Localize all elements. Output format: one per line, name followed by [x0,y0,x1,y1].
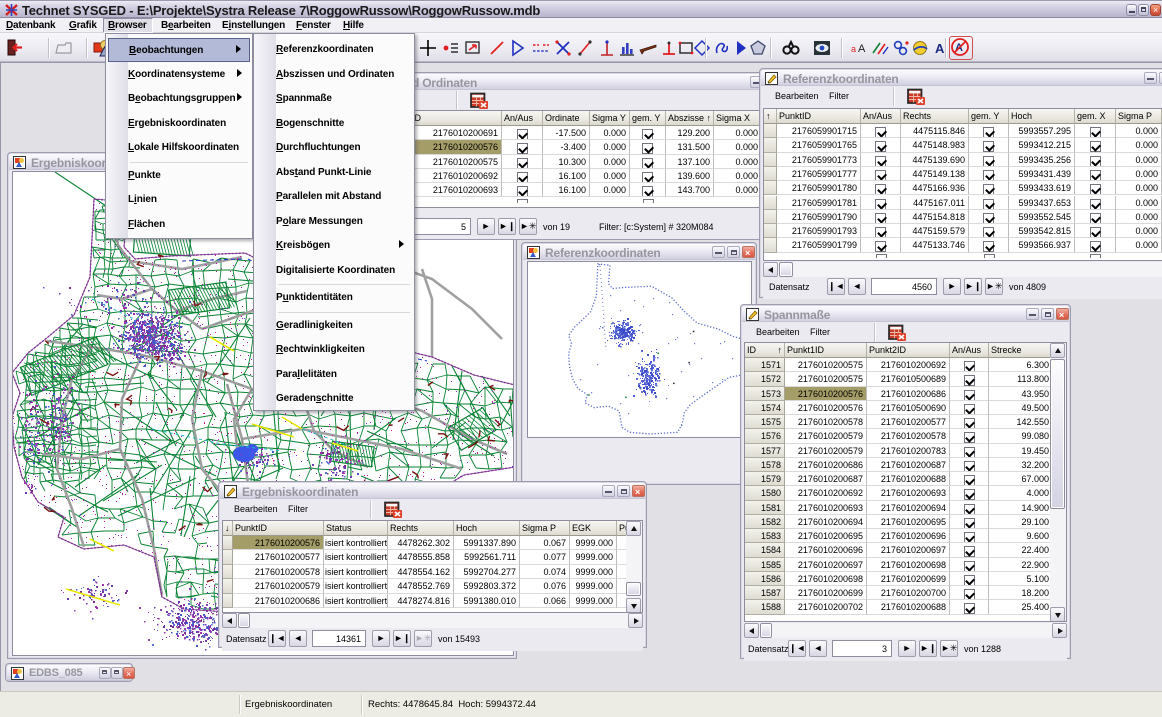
svg-text:a: a [851,44,856,54]
svg-text:A: A [935,41,945,56]
svg-text:A: A [858,43,866,55]
